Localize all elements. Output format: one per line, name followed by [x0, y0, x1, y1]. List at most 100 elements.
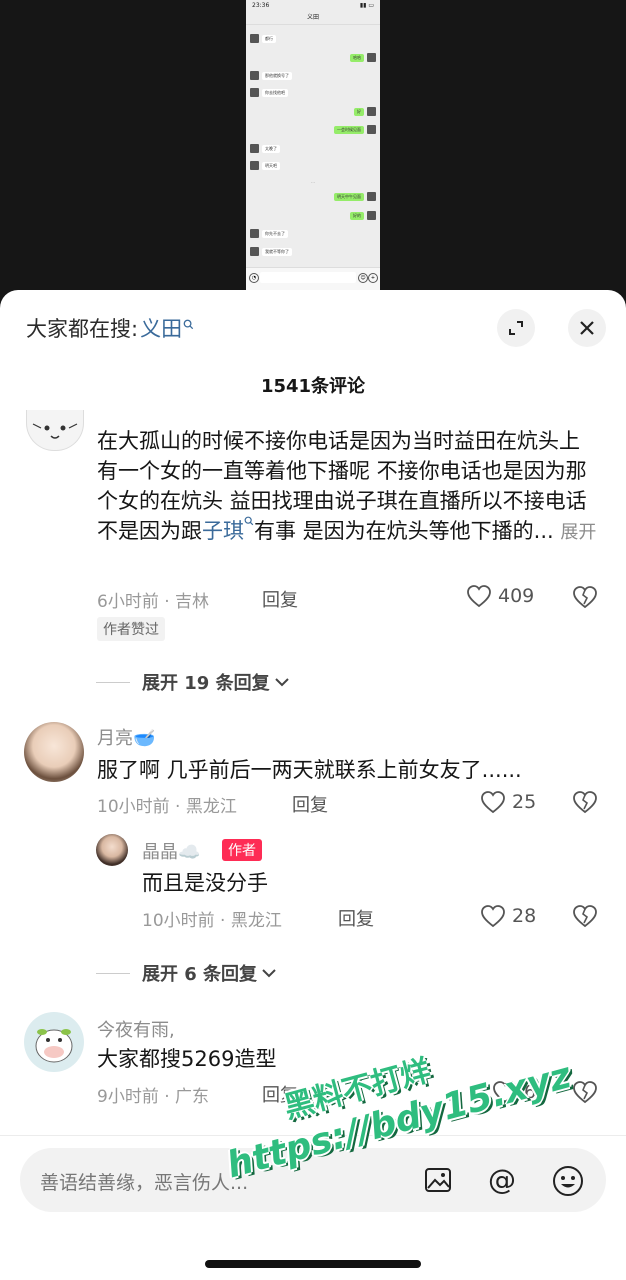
phone-avatar — [250, 71, 259, 80]
mention-link[interactable]: 子琪 — [202, 519, 244, 543]
expand-sheet-button[interactable] — [497, 309, 535, 347]
search-suggestion-keyword[interactable]: 义田 — [140, 313, 182, 343]
phone-chat-title: 义田 — [246, 12, 380, 25]
at-mention-icon[interactable]: @ — [485, 1164, 519, 1198]
heart-icon — [467, 585, 491, 608]
collapse-arrows-icon — [509, 321, 523, 335]
expand-replies-button[interactable]: 展开 19 条回复 — [96, 669, 290, 695]
phone-input-box — [260, 272, 356, 283]
svg-text:@: @ — [488, 1164, 516, 1196]
dislike-button[interactable] — [572, 904, 598, 932]
commenter-name[interactable]: 月亮🥣 — [97, 724, 155, 750]
phone-message: 一会时候见面 — [331, 124, 376, 135]
phone-avatar — [250, 144, 259, 153]
commenter-avatar[interactable] — [26, 410, 84, 451]
expand-text-link[interactable]: 展开 — [560, 522, 596, 543]
emoji-icon[interactable] — [551, 1164, 585, 1198]
phone-status-bar: 23:36 ▮▮ ▭ — [246, 0, 380, 12]
like-button[interactable]: 28 — [480, 904, 536, 928]
broken-heart-icon — [573, 791, 597, 814]
reply-text: 而且是没分手 — [142, 871, 268, 895]
heart-icon — [481, 791, 505, 814]
broken-heart-icon — [573, 905, 597, 928]
replier-name[interactable]: 晶晶☁️ — [142, 838, 200, 864]
divider-line — [96, 972, 130, 974]
video-area[interactable]: 23:36 ▮▮ ▭ 义田 都行哈哈那他就换号了 你去找他吧好一会时候见面太晚了明… — [0, 0, 626, 300]
home-indicator[interactable] — [205, 1260, 421, 1268]
commenter-avatar[interactable] — [24, 722, 84, 782]
author-badge: 作者 — [222, 839, 262, 861]
reply-button[interactable]: 回复 — [262, 586, 298, 612]
close-button[interactable] — [568, 309, 606, 347]
author-liked-badge: 作者赞过 — [97, 617, 165, 641]
replier-avatar[interactable] — [96, 834, 128, 866]
expand-replies-label: 展开 19 条回复 — [142, 673, 270, 694]
comment-text-part2: 有事 是因为在炕头等他下播的... — [254, 519, 554, 543]
phone-message: 明天吧 — [250, 160, 283, 171]
video-chat-screenshot: 23:36 ▮▮ ▭ 义田 都行哈哈那他就换号了 你去找他吧好一会时候见面太晚了明… — [246, 0, 380, 290]
like-button[interactable]: 409 — [466, 584, 534, 608]
chevron-down-icon — [274, 678, 289, 687]
dislike-button[interactable] — [572, 585, 598, 613]
expand-replies-button[interactable]: 展开 6 条回复 — [96, 960, 277, 986]
broken-heart-icon — [573, 586, 597, 609]
phone-message-bubble: 哈哈 — [350, 53, 364, 62]
phone-avatar — [250, 247, 259, 256]
phone-voice-icon: ◔ — [249, 273, 259, 283]
phone-message: 我就不等你了 — [250, 246, 295, 257]
comment-text: 服了啊 几乎前后一两天就联系上前女友了...... — [97, 758, 522, 782]
phone-avatar — [250, 34, 259, 43]
commenter-name[interactable]: 今夜有雨, — [97, 1016, 175, 1042]
phone-avatar — [367, 192, 376, 201]
search-icon — [183, 319, 194, 329]
phone-message-bubble: 太晚了 — [262, 144, 280, 153]
phone-message-bubble: 都行 — [262, 34, 276, 43]
phone-message: 那他就换号了 — [250, 70, 295, 81]
like-count: 25 — [512, 791, 537, 813]
chevron-down-icon — [262, 969, 276, 978]
heart-icon — [481, 905, 505, 928]
expand-replies-label: 展开 6 条回复 — [142, 964, 258, 985]
phone-avatar — [250, 229, 259, 238]
phone-avatar — [367, 125, 376, 134]
like-button[interactable]: 25 — [480, 790, 536, 814]
comment-count-title: 1541条评论 — [260, 376, 366, 397]
phone-message-bubble: 明天吧 — [262, 161, 280, 170]
phone-message: 都行 — [250, 33, 279, 44]
phone-time: 23:36 — [252, 2, 270, 9]
phone-message: 好 — [351, 106, 376, 117]
phone-message: 好的 — [347, 210, 376, 221]
comment-input-placeholder: 善语结善缘，恶言伤人... — [40, 1172, 249, 1194]
phone-message-bubble: 明天中午见面 — [334, 192, 364, 201]
phone-message-bubble: 你先不去了 — [262, 229, 288, 238]
phone-message-bubble: 一会时候见面 — [334, 125, 364, 134]
phone-message: 你先不去了 — [250, 228, 291, 239]
commenter-avatar[interactable] — [24, 1012, 84, 1072]
phone-message: 太晚了 — [250, 143, 283, 154]
comment-meta: 9小时前 · 广东 — [97, 1087, 210, 1107]
search-suggestion[interactable]: 大家都在搜: 义田 — [26, 313, 194, 343]
phone-message: 哈哈 — [347, 52, 376, 63]
phone-input-bar: ◔ ☺ + — [246, 267, 380, 290]
phone-timestamp: ··· — [311, 180, 315, 185]
reply-button[interactable]: 回复 — [292, 791, 328, 817]
reply-meta: 10小时前 · 黑龙江 — [142, 911, 282, 931]
phone-message-bubble: 好的 — [350, 211, 364, 220]
phone-message: 你去找他吧 — [250, 87, 291, 98]
divider-line — [96, 681, 130, 683]
phone-signal-icon: ▮▮ ▭ — [359, 2, 374, 9]
dislike-button[interactable] — [572, 790, 598, 818]
phone-message-bubble: 好 — [354, 107, 364, 116]
phone-message-bubble: 那他就换号了 — [262, 71, 292, 80]
phone-message: 明天中午见面 — [331, 191, 376, 202]
like-count: 409 — [498, 585, 535, 607]
phone-avatar — [250, 161, 259, 170]
like-count: 28 — [512, 905, 537, 927]
search-suggestion-prefix: 大家都在搜: — [26, 317, 139, 341]
phone-message-bubble: 你去找他吧 — [262, 88, 288, 97]
cat-avatar-icon — [32, 423, 78, 439]
phone-message-bubble: 我就不等你了 — [262, 247, 292, 256]
close-icon — [580, 321, 594, 335]
comment-meta: 6小时前 · 吉林 — [97, 592, 210, 612]
reply-button[interactable]: 回复 — [338, 905, 374, 931]
